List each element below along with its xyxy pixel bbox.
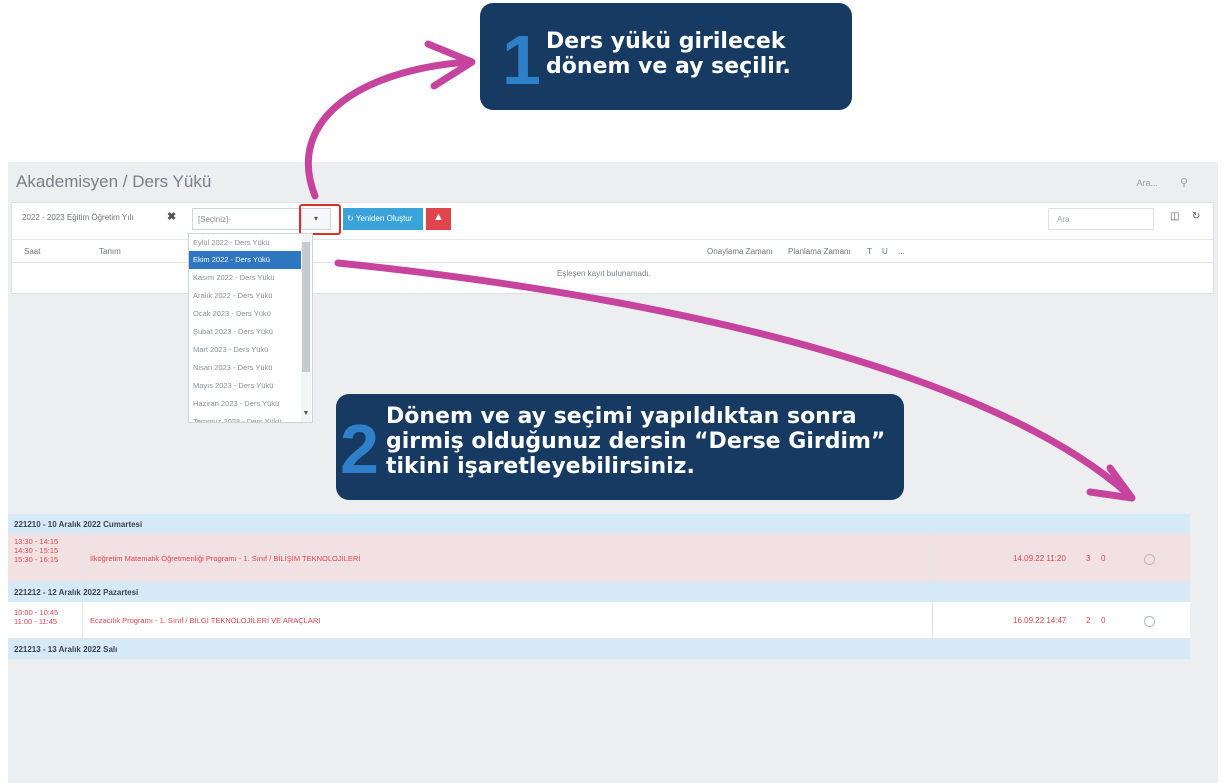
callout-text-line: Ders yükü girilecek (546, 29, 786, 54)
scroll-down-icon[interactable]: ▼ (301, 410, 311, 417)
step-number: 1 (502, 21, 541, 99)
time-slot: 14:30 - 15:15 (14, 546, 59, 555)
period-dropdown-list: Eylül 2022 - Ders Yükü Ekim 2022 - Ders … (188, 233, 313, 423)
dropdown-item[interactable]: Haziran 2023 - Ders Yükü (189, 395, 301, 413)
t-count: 2 (1086, 616, 1091, 625)
column-divider (82, 602, 83, 638)
dropdown-scrollbar-thumb[interactable] (302, 242, 310, 372)
time-slot: 15:30 - 16:15 (14, 555, 59, 564)
warning-icon[interactable]: ▲ (426, 208, 451, 230)
table-row[interactable]: 13:30 - 14:15 14:30 - 15:15 15:30 - 16:1… (8, 534, 1190, 582)
t-count: 3 (1086, 554, 1091, 563)
print-icon[interactable]: ◫ (1170, 211, 1179, 222)
column-header-u[interactable]: U (882, 247, 888, 256)
column-header-more[interactable]: ... (898, 247, 905, 256)
highlight-box (299, 204, 341, 235)
dropdown-item[interactable]: Eylül 2022 - Ders Yükü (189, 234, 301, 252)
approval-date: 14.09.22 11:20 (1013, 554, 1066, 563)
callout-text-line: tikini işaretleyebilirsiniz. (386, 454, 695, 479)
time-slots: 13:30 - 14:15 14:30 - 15:15 15:30 - 16:1… (14, 537, 58, 564)
period-select[interactable]: [Seçiniz]- (192, 208, 300, 230)
schedule-group-header: 221213 - 13 Aralık 2022 Salı (8, 639, 1190, 659)
time-slot: 11:00 - 11:45 (14, 617, 58, 626)
regenerate-label: Yeniden Oluştur (355, 214, 413, 223)
callout-text-line: Dönem ve ay seçimi yapıldıktan sonra (386, 404, 857, 429)
schedule-group-header: 221212 - 12 Aralık 2022 Pazartesi (8, 582, 1190, 602)
callout-text-line: girmiş olduğunuz dersin “Derse Girdim” (386, 429, 886, 454)
arrowhead-1 (424, 40, 476, 90)
page-title: Akademisyen / Ders Yükü (16, 172, 212, 191)
search-icon[interactable]: ⚲ (1180, 176, 1188, 189)
column-divider (932, 534, 933, 581)
dropdown-item[interactable]: Mayıs 2023 - Ders Yükü (189, 377, 301, 395)
empty-message: Eşleşen kayıt bulunamadı. (557, 269, 651, 278)
dropdown-item[interactable]: Aralık 2022 - Ders Yükü (189, 287, 301, 305)
column-divider (82, 534, 83, 581)
dropdown-item[interactable]: Temmuz 2023 - Ders Yükü (189, 413, 301, 422)
dropdown-item[interactable]: Kasım 2022 - Ders Yükü (189, 269, 301, 287)
callout-step-2: 2 Dönem ve ay seçimi yapıldıktan sonra g… (336, 394, 904, 500)
approval-date: 16.09.22 14:47 (1013, 616, 1067, 625)
dropdown-item[interactable]: Ocak 2023 - Ders Yükü (189, 305, 301, 323)
callout-step-1: 1 Ders yükü girilecek dönem ve ay seçili… (480, 3, 852, 110)
time-slot: 10:00 - 10:45 (14, 608, 59, 617)
attended-checkbox[interactable] (1144, 554, 1155, 565)
course-description: İlköğretim Matematik Öğretmenliği Progra… (90, 554, 361, 563)
academic-year-label[interactable]: 2022 - 2023 Eğitim Öğretim Yılı (22, 213, 133, 222)
table-search-input[interactable]: Ara (1048, 208, 1154, 230)
column-header-tanim[interactable]: Tanım (99, 247, 121, 256)
dropdown-item[interactable]: Mart 2023 - Ders Yükü (189, 341, 301, 359)
top-search-input[interactable]: Ara... (1136, 178, 1158, 188)
refresh-icon[interactable]: ↻ (1192, 211, 1200, 222)
column-header-planlama[interactable]: Planlama Zamanı (788, 247, 851, 256)
table-row[interactable]: 10:00 - 10:45 11:00 - 11:45 Eczacılık Pr… (8, 602, 1190, 639)
u-count: 0 (1101, 616, 1106, 625)
close-icon[interactable]: ✖ (167, 210, 176, 223)
u-count: 0 (1101, 554, 1106, 563)
callout-text-line: dönem ve ay seçilir. (546, 54, 791, 79)
schedule-group-header: 221210 - 10 Aralık 2022 Cumartesi (8, 514, 1190, 534)
column-header-onaylama[interactable]: Onaylama Zamanı (707, 247, 773, 256)
regenerate-button[interactable]: ↻ Yeniden Oluştur (343, 208, 423, 230)
dropdown-item-selected[interactable]: Ekim 2022 - Ders Yükü (189, 251, 301, 269)
dropdown-item[interactable]: Nisan 2023 - Ders Yükü (189, 359, 301, 377)
step-number: 2 (340, 410, 379, 488)
attended-checkbox[interactable] (1144, 616, 1155, 627)
dropdown-item[interactable]: Şubat 2023 - Ders Yükü (189, 323, 301, 341)
time-slots: 10:00 - 10:45 11:00 - 11:45 (14, 608, 58, 626)
course-description: Eczacılık Programı - 1. Sınıf / BİLGİ TE… (90, 616, 321, 625)
time-slot: 13:30 - 14:15 (14, 537, 59, 546)
column-header-saat[interactable]: Saat (24, 247, 40, 256)
column-divider (932, 602, 933, 638)
column-header-t[interactable]: T (867, 247, 872, 256)
